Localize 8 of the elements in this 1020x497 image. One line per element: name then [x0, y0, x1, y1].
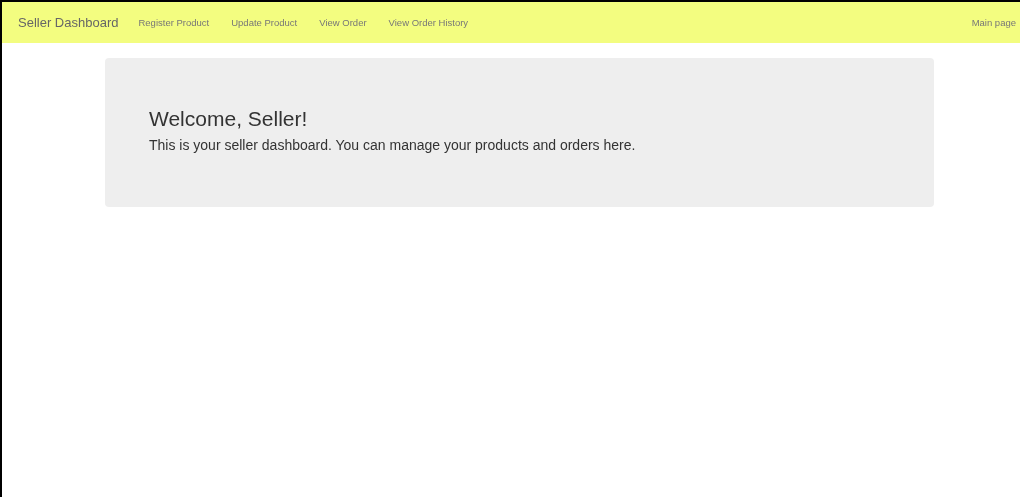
nav-link[interactable]: Update Product	[231, 17, 298, 28]
main-page-link[interactable]: Main page	[971, 17, 1016, 28]
welcome-text: This is your seller dashboard. You can manage your products and orders here.	[149, 137, 637, 153]
nav-link[interactable]: Register Product	[138, 17, 210, 28]
welcome-heading: Welcome, Seller!	[149, 107, 309, 131]
nav-link[interactable]: View Order	[319, 17, 367, 28]
nav-link[interactable]: View Order History	[388, 17, 469, 28]
brand-link[interactable]: Seller Dashboard	[18, 15, 119, 30]
